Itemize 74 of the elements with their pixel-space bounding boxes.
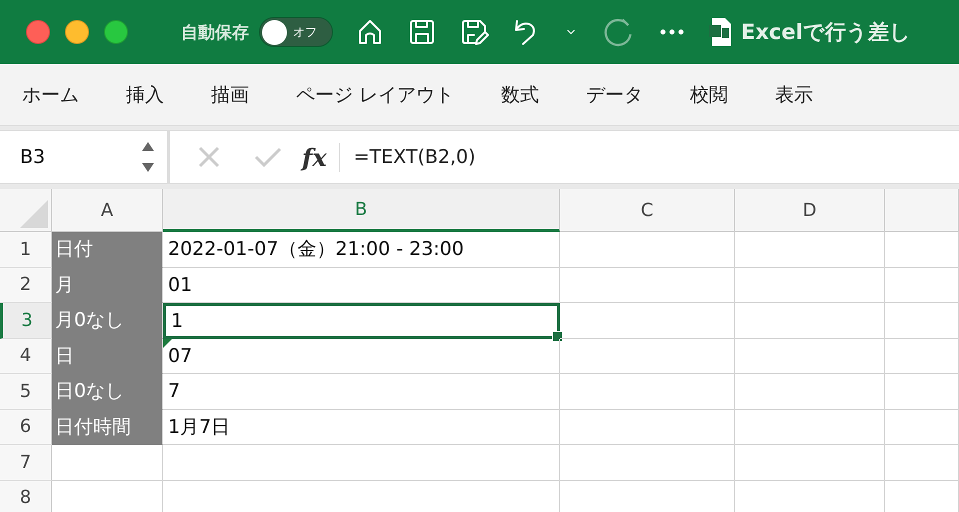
- table-cell[interactable]: [885, 338, 959, 374]
- table-cell[interactable]: [885, 410, 959, 445]
- table-cell[interactable]: [163, 445, 560, 480]
- table-cell[interactable]: [735, 338, 885, 374]
- table-cell[interactable]: 2022-01-07（金）21:00 - 23:00: [163, 232, 560, 268]
- fill-handle[interactable]: [552, 330, 563, 342]
- table-cell[interactable]: 日付時間: [52, 410, 163, 445]
- close-button[interactable]: [26, 20, 50, 44]
- table-cell[interactable]: 7: [163, 374, 560, 410]
- table-cell[interactable]: [885, 303, 959, 338]
- formula-field[interactable]: =TEXT(B2,0): [354, 146, 476, 168]
- column-header[interactable]: [885, 189, 959, 232]
- spreadsheet-file-icon: [709, 17, 733, 47]
- column-header[interactable]: D: [735, 189, 885, 232]
- table-cell[interactable]: [735, 445, 885, 480]
- table-cell[interactable]: [885, 445, 959, 480]
- table-cell[interactable]: [52, 445, 163, 480]
- table-cell[interactable]: [885, 268, 959, 303]
- table-cell[interactable]: 日: [52, 338, 163, 374]
- zoom-button[interactable]: [104, 20, 128, 44]
- table-cell[interactable]: 日0なし: [52, 374, 163, 410]
- row-header[interactable]: 3: [0, 303, 52, 338]
- table-cell[interactable]: [560, 445, 735, 480]
- ribbon-tab[interactable]: ホーム: [22, 82, 79, 108]
- table-cell[interactable]: 月: [52, 268, 163, 303]
- name-box[interactable]: B3: [0, 131, 170, 183]
- row-header[interactable]: 8: [0, 480, 52, 512]
- autosave-toggle[interactable]: オフ: [259, 17, 333, 47]
- ribbon-tab[interactable]: 表示: [775, 82, 814, 108]
- table-cell[interactable]: [560, 303, 735, 338]
- ribbon-tab[interactable]: 校閲: [690, 82, 728, 108]
- table-cell[interactable]: [560, 338, 735, 374]
- save-edit-icon[interactable]: [459, 17, 489, 47]
- table-cell[interactable]: [735, 232, 885, 268]
- ribbon-tab[interactable]: 数式: [501, 82, 540, 108]
- save-icon[interactable]: [407, 17, 437, 47]
- table-cell[interactable]: [735, 410, 885, 445]
- check-icon[interactable]: [254, 146, 282, 168]
- triangle-icon: [20, 200, 48, 228]
- row-header[interactable]: 1: [0, 232, 52, 268]
- row-header[interactable]: 6: [0, 410, 52, 445]
- row-header[interactable]: 4: [0, 338, 52, 374]
- table-cell[interactable]: [885, 232, 959, 268]
- table-cell[interactable]: [735, 374, 885, 410]
- table-cell[interactable]: 日付: [52, 232, 163, 268]
- table-cell[interactable]: [560, 232, 735, 268]
- column-header[interactable]: C: [560, 189, 735, 232]
- table-cell[interactable]: 07: [163, 338, 560, 374]
- cancel-icon[interactable]: [198, 146, 220, 168]
- ribbon-tab[interactable]: ページ レイアウト: [296, 82, 454, 108]
- select-all-button[interactable]: [0, 189, 52, 232]
- minimize-button[interactable]: [65, 20, 89, 44]
- row-header[interactable]: 2: [0, 268, 52, 303]
- table-cell[interactable]: 月0なし: [52, 303, 163, 338]
- table-cell[interactable]: [735, 303, 885, 338]
- ribbon-tab[interactable]: 描画: [211, 82, 249, 108]
- insert-function-button[interactable]: fx: [302, 142, 340, 172]
- table-cell[interactable]: [560, 268, 735, 303]
- row-header[interactable]: 5: [0, 374, 52, 410]
- ribbon-tab[interactable]: 挿入: [126, 82, 164, 108]
- table-cell[interactable]: [885, 374, 959, 410]
- autosave-label: 自動保存: [181, 22, 249, 44]
- table-cell[interactable]: 01: [163, 268, 560, 303]
- document-title: Excelで行う差し: [741, 19, 911, 46]
- table-cell[interactable]: [560, 374, 735, 410]
- row-header[interactable]: 7: [0, 445, 52, 480]
- error-flag-icon: [163, 338, 172, 348]
- column-header[interactable]: A: [52, 189, 163, 232]
- table-cell[interactable]: [560, 410, 735, 445]
- table-cell[interactable]: [52, 480, 163, 512]
- column-header[interactable]: B: [163, 189, 560, 232]
- table-cell[interactable]: [735, 268, 885, 303]
- table-cell[interactable]: 1月7日: [163, 410, 560, 445]
- ribbon-tab[interactable]: データ: [586, 82, 644, 108]
